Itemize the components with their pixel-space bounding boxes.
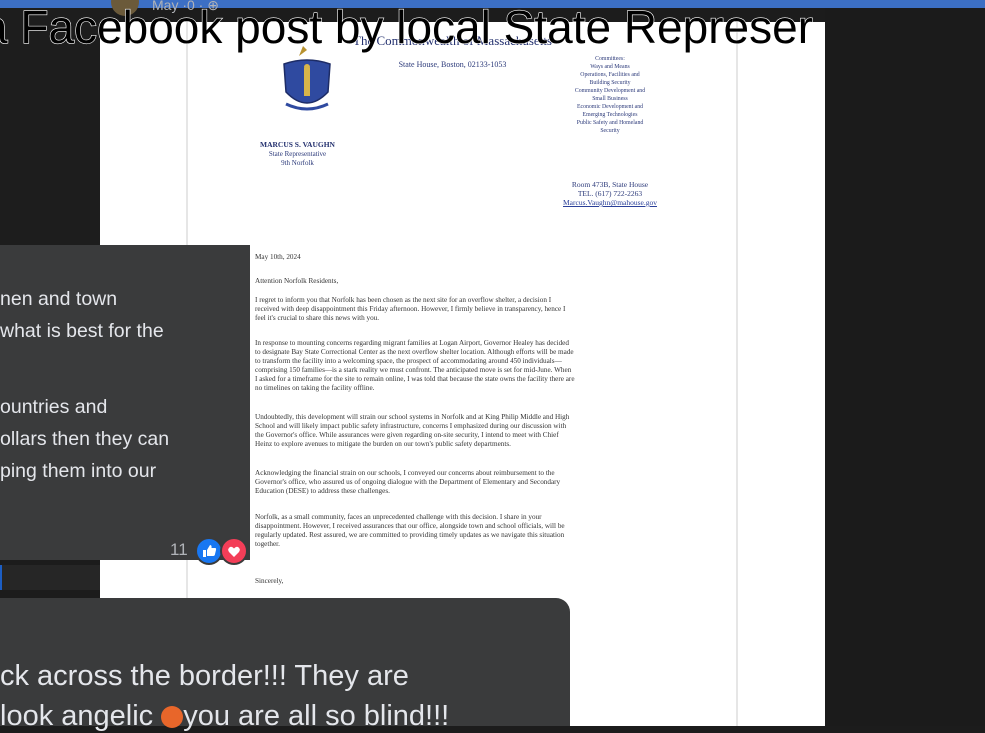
comment-text-line: ollars then they can bbox=[0, 428, 170, 450]
comment-text-line: nen and town bbox=[0, 288, 118, 310]
committees-list: Committees: Ways and Means Operations, F… bbox=[574, 56, 646, 134]
comment-text-line: what is best for the bbox=[0, 320, 164, 342]
letter-paragraph: Acknowledging the financial strain on ou… bbox=[255, 469, 561, 496]
comment-text-line: ountries and bbox=[0, 396, 108, 418]
letter-paragraph: I regret to inform you that Norfolk has … bbox=[255, 296, 566, 323]
letter-salutation: Attention Norfolk Residents, bbox=[255, 277, 339, 285]
office-contact: Room 473B, State House TEL. (617) 722-22… bbox=[555, 180, 665, 207]
letter-paragraph: Norfolk, as a small community, faces an … bbox=[255, 513, 565, 549]
letter-paragraph: In response to mounting concerns regardi… bbox=[255, 339, 575, 393]
background-panel-right bbox=[825, 8, 985, 726]
comment-bubble: nen and town what is best for the ountri… bbox=[0, 245, 250, 565]
caption-overlay: a Facebook post by local State Represer bbox=[0, 8, 985, 58]
top-bar bbox=[0, 0, 985, 8]
caption-text: a Facebook post by local State Represer bbox=[0, 8, 814, 54]
letter-paragraph: Undoubtedly, this development will strai… bbox=[255, 413, 570, 449]
email-link[interactable]: Marcus.Vaughn@mahouse.gov bbox=[555, 198, 665, 207]
love-reaction-icon[interactable] bbox=[220, 537, 248, 565]
reaction-count[interactable]: 11 bbox=[170, 540, 188, 560]
comment-text-line: look angelic you are all so blind!!! bbox=[0, 700, 450, 732]
separator-strip bbox=[0, 565, 100, 590]
angry-emoji-icon bbox=[161, 706, 184, 729]
representative-name: MARCUS S. VAUGHN bbox=[260, 140, 335, 149]
letter-closing: Sincerely, bbox=[255, 577, 284, 585]
comment-bubble: ck across the border!!! They are look an… bbox=[0, 598, 570, 732]
comment-text-line: ck across the border!!! They are bbox=[0, 660, 409, 692]
letter-date: May 10th, 2024 bbox=[255, 253, 301, 261]
comment-text-line: ping them into our bbox=[0, 460, 157, 482]
representative-title: State Representative 9th Norfolk bbox=[268, 150, 327, 167]
separator-accent bbox=[0, 565, 2, 590]
like-reaction-icon[interactable] bbox=[195, 537, 223, 565]
margin-rule-right bbox=[736, 22, 738, 726]
